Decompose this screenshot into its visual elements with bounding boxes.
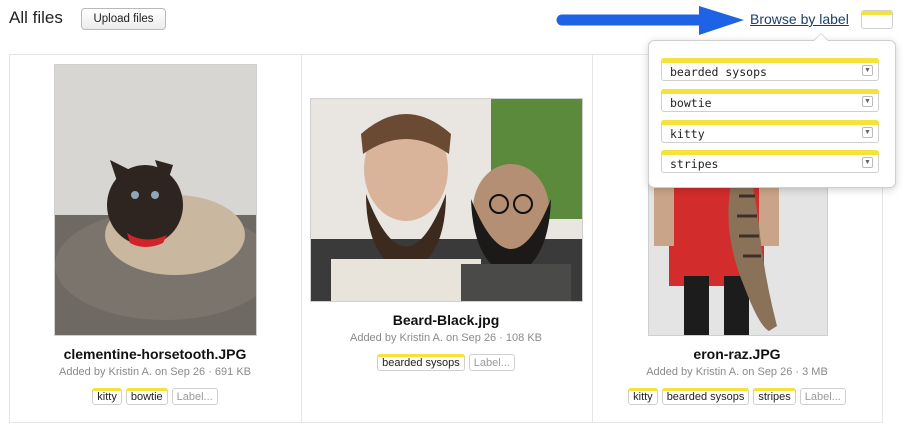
file-thumbnail[interactable] — [54, 64, 257, 336]
label-menu-name: stripes — [670, 157, 719, 171]
chevron-down-icon[interactable]: ▼ — [862, 65, 873, 76]
label-list: kitty bowtie Label... — [10, 388, 300, 405]
label-list: kitty bearded sysops stripes Label... — [592, 388, 882, 405]
add-label-input[interactable]: Label... — [799, 388, 846, 405]
file-meta: Added by Kristin A. on Sep 26 · 3 MB — [646, 366, 828, 378]
label-tag[interactable]: stripes — [753, 388, 796, 405]
file-name[interactable]: clementine-horsetooth.JPG — [10, 346, 300, 362]
label-tag[interactable]: bearded sysops — [661, 388, 750, 405]
upload-files-button[interactable]: Upload files — [81, 8, 166, 30]
page-title: All files — [9, 8, 63, 27]
label-menu-name: bearded sysops — [670, 65, 767, 79]
label-list: bearded sysops Label... — [301, 354, 591, 371]
file-meta: Added by Kristin A. on Sep 26 · 691 KB — [58, 366, 251, 378]
label-tag[interactable]: kitty — [628, 388, 658, 405]
chevron-down-icon[interactable]: ▼ — [862, 96, 873, 107]
browse-by-label-link[interactable]: Browse by label — [750, 11, 849, 27]
file-meta: Added by Kristin A. on Sep 26 · 108 KB — [349, 332, 542, 344]
file-thumbnail[interactable] — [648, 165, 828, 336]
file-name[interactable]: eron-raz.JPG — [592, 346, 882, 362]
add-label-input[interactable]: Label... — [171, 388, 218, 405]
label-menu-item[interactable]: bearded sysops ▼ — [661, 58, 879, 81]
file-thumbnail[interactable] — [310, 98, 583, 302]
label-menu-name: bowtie — [670, 96, 712, 110]
label-menu-item[interactable]: bowtie ▼ — [661, 89, 879, 112]
file-name[interactable]: Beard-Black.jpg — [301, 312, 591, 328]
label-tag[interactable]: bearded sysops — [377, 354, 465, 371]
popover-caret-inner — [814, 34, 828, 41]
label-tag[interactable]: bowtie — [125, 388, 168, 405]
annotation-arrow-icon — [556, 6, 744, 35]
label-swatch-button[interactable] — [861, 10, 893, 29]
label-menu-name: kitty — [670, 127, 705, 141]
chevron-down-icon[interactable]: ▼ — [862, 127, 873, 138]
add-label-input[interactable]: Label... — [468, 354, 515, 371]
file-card[interactable]: clementine-horsetooth.JPG Added by Krist… — [10, 55, 300, 422]
file-card[interactable]: Beard-Black.jpg Added by Kristin A. on S… — [301, 55, 591, 422]
label-menu-item[interactable]: stripes ▼ — [661, 150, 879, 173]
chevron-down-icon[interactable]: ▼ — [862, 157, 873, 168]
browse-labels-popover: bearded sysops ▼ bowtie ▼ kitty ▼ stripe… — [648, 40, 896, 188]
label-menu-item[interactable]: kitty ▼ — [661, 120, 879, 143]
label-tag[interactable]: kitty — [92, 388, 122, 405]
